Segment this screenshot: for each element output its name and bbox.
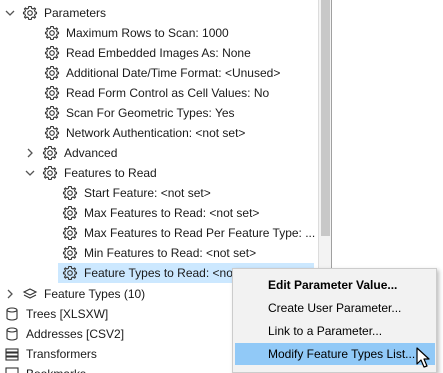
parameter-label: Max Features to Read: <not set> xyxy=(84,206,260,220)
gear-icon xyxy=(62,265,78,281)
parameter-label: Start Feature: <not set> xyxy=(84,186,211,200)
tree-node-label: Transformers xyxy=(26,347,97,361)
parameter-label: Network Authentication: <not set> xyxy=(66,126,246,140)
cylinder-icon xyxy=(4,326,20,342)
tree-node-advanced[interactable]: Advanced xyxy=(24,143,117,163)
parameter-label: Min Features to Read: <not set> xyxy=(84,246,257,260)
tree-node-addresses-writer[interactable]: Addresses [CSV2] xyxy=(4,324,124,344)
gear-icon xyxy=(44,105,60,121)
menu-item-modify-feature-types-list[interactable]: Modify Feature Types List... xyxy=(235,343,435,365)
gear-icon xyxy=(44,45,60,61)
tree-node-label: Features to Read xyxy=(64,166,157,180)
chevron-right-icon[interactable] xyxy=(24,147,36,159)
menu-item-edit-parameter-value[interactable]: Edit Parameter Value... xyxy=(235,274,435,296)
gear-icon xyxy=(22,5,38,21)
parameter-item-network-auth[interactable]: Network Authentication: <not set> xyxy=(44,123,245,143)
parameter-item-max-rows[interactable]: Maximum Rows to Scan: 1000 xyxy=(44,23,229,43)
tree-node-label: Advanced xyxy=(64,146,118,160)
cylinder-icon xyxy=(4,306,20,322)
tree-node-trees-writer[interactable]: Trees [XLSXW] xyxy=(4,304,108,324)
parameter-item-max-features-per-type[interactable]: Max Features to Read Per Feature Type: .… xyxy=(62,223,315,243)
parameter-label: Scan For Geometric Types: Yes xyxy=(66,106,235,120)
tree-node-label: Parameters xyxy=(44,6,107,20)
parameter-label: Maximum Rows to Scan: 1000 xyxy=(66,26,229,40)
tree-node-label: Addresses [CSV2] xyxy=(26,327,125,341)
gear-icon xyxy=(44,85,60,101)
mouse-cursor-icon xyxy=(416,347,430,368)
context-menu: Edit Parameter Value... Create User Para… xyxy=(232,268,437,373)
parameter-item-start-feature[interactable]: Start Feature: <not set> xyxy=(62,183,211,203)
parameter-item-scan-geometric[interactable]: Scan For Geometric Types: Yes xyxy=(44,103,235,123)
tree-node-label: Bookmarks xyxy=(26,364,86,373)
bookmark-icon xyxy=(4,366,20,373)
parameter-item-max-features[interactable]: Max Features to Read: <not set> xyxy=(62,203,259,223)
chevron-right-icon[interactable] xyxy=(4,288,16,300)
gear-icon xyxy=(42,165,58,181)
parameter-label: Read Form Control as Cell Values: No xyxy=(66,86,270,100)
parameter-label: Read Embedded Images As: None xyxy=(66,46,251,60)
tree-node-features-to-read[interactable]: Features to Read xyxy=(24,163,157,183)
tree-node-label: Trees [XLSXW] xyxy=(26,307,109,321)
gear-icon xyxy=(62,225,78,241)
stack-icon xyxy=(4,346,20,362)
chevron-down-icon[interactable] xyxy=(24,167,36,179)
scrollbar-thumb[interactable] xyxy=(321,0,330,236)
gear-icon xyxy=(62,185,78,201)
parameter-item-form-control[interactable]: Read Form Control as Cell Values: No xyxy=(44,83,269,103)
gear-icon xyxy=(44,125,60,141)
layers-icon xyxy=(22,286,38,302)
gear-icon xyxy=(62,205,78,221)
gear-icon xyxy=(62,245,78,261)
parameter-label: Max Features to Read Per Feature Type: .… xyxy=(84,226,316,240)
gear-icon xyxy=(44,65,60,81)
chevron-down-icon[interactable] xyxy=(4,7,16,19)
tree-node-feature-types[interactable]: Feature Types (10) xyxy=(4,284,145,304)
parameter-label: Additional Date/Time Format: <Unused> xyxy=(66,66,281,80)
menu-item-create-user-parameter[interactable]: Create User Parameter... xyxy=(235,297,435,319)
tree-node-parameters[interactable]: Parameters xyxy=(4,3,106,23)
parameter-item-embedded-images[interactable]: Read Embedded Images As: None xyxy=(44,43,251,63)
gear-icon xyxy=(42,145,58,161)
gear-icon xyxy=(44,25,60,41)
parameter-item-min-features[interactable]: Min Features to Read: <not set> xyxy=(62,243,256,263)
menu-item-link-to-parameter[interactable]: Link to a Parameter... xyxy=(235,320,435,342)
tree-node-bookmarks[interactable]: Bookmarks xyxy=(4,364,86,373)
tree-node-label: Feature Types (10) xyxy=(44,287,146,301)
parameter-item-date-time-format[interactable]: Additional Date/Time Format: <Unused> xyxy=(44,63,280,83)
tree-node-transformers[interactable]: Transformers xyxy=(4,344,97,364)
